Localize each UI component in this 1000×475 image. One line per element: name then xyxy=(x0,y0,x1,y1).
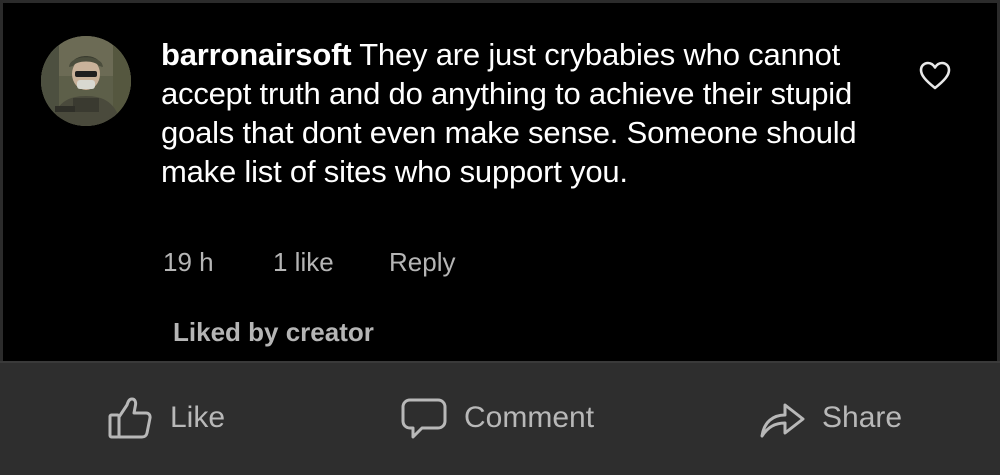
reply-button[interactable]: Reply xyxy=(389,247,455,278)
speech-bubble-icon xyxy=(401,398,447,439)
avatar[interactable] xyxy=(41,36,131,126)
post-action-bar: Like Comment Share xyxy=(0,363,1000,475)
like-button[interactable]: Like xyxy=(106,391,225,445)
comment-timestamp: 19 h xyxy=(163,247,214,277)
share-button[interactable]: Share xyxy=(758,391,902,445)
screenshot-frame: barronairsoft They are just crybabies wh… xyxy=(0,0,1000,475)
like-button-label: Like xyxy=(170,401,226,434)
share-button-label: Share xyxy=(822,401,903,434)
thumbs-up-icon xyxy=(108,397,152,439)
comment-text: barronairsoft They are just crybabies wh… xyxy=(161,35,901,191)
liked-by-creator-label: Liked by creator xyxy=(173,317,374,347)
comment-button[interactable]: Comment xyxy=(400,391,594,445)
share-arrow-icon xyxy=(760,403,805,438)
comment-like-count[interactable]: 1 like xyxy=(273,247,334,278)
comment-username[interactable]: barronairsoft xyxy=(161,37,352,72)
avatar-image xyxy=(41,36,131,126)
comment-button-label: Comment xyxy=(464,401,595,434)
heart-icon[interactable] xyxy=(918,59,952,93)
comment-panel: barronairsoft They are just crybabies wh… xyxy=(3,3,997,361)
